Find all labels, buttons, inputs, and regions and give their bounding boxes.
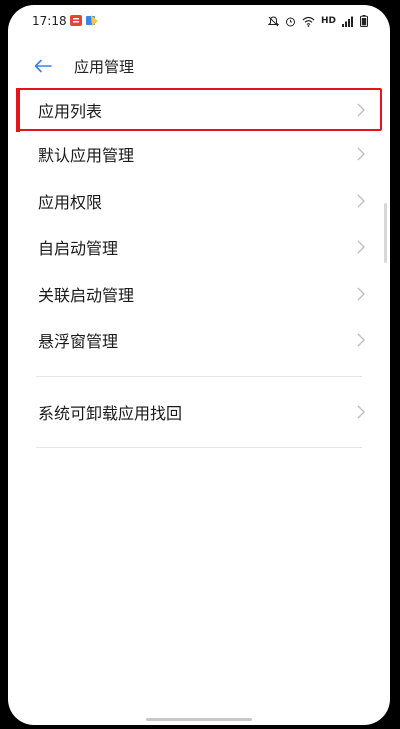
- highlight-marker: [16, 88, 20, 132]
- chevron-right-icon: [357, 287, 365, 301]
- menu-item-floating-window[interactable]: 悬浮窗管理: [8, 317, 390, 364]
- app-notification-icon: [86, 15, 98, 26]
- chevron-right-icon: [357, 333, 365, 347]
- wifi-icon: [302, 16, 315, 27]
- chevron-right-icon: [357, 103, 365, 116]
- section-divider: [36, 375, 362, 377]
- network-type-label: HD: [320, 16, 336, 26]
- scrollbar[interactable]: [384, 203, 387, 263]
- status-time: 17:18: [32, 14, 67, 28]
- menu-item-label: 自启动管理: [38, 239, 119, 259]
- alarm-icon: [285, 17, 295, 26]
- menu-item-label: 应用列表: [38, 101, 103, 121]
- menu-item-autostart[interactable]: 自启动管理: [8, 224, 390, 271]
- status-bar: 17:18 HD: [8, 5, 390, 37]
- menu-item-associated-launch[interactable]: 关联启动管理: [8, 271, 390, 318]
- home-indicator[interactable]: [146, 718, 252, 721]
- menu-item-default-apps[interactable]: 默认应用管理: [8, 131, 390, 178]
- status-system-icons: HD: [267, 14, 368, 28]
- signal-icon: [342, 16, 353, 27]
- phone-screen: 17:18 HD 应用管理 应用列表 默认应用管理 应用权限 自启动管理 关联启…: [8, 5, 390, 725]
- menu-item-label: 应用权限: [38, 192, 103, 212]
- back-arrow-icon: [34, 59, 52, 73]
- menu-item-label: 系统可卸载应用找回: [38, 403, 183, 423]
- battery-icon: [360, 15, 368, 27]
- page-title: 应用管理: [74, 58, 135, 76]
- back-button[interactable]: [32, 55, 54, 77]
- chevron-right-icon: [357, 194, 365, 208]
- menu-item-label: 悬浮窗管理: [38, 332, 119, 352]
- settings-list: 应用列表 默认应用管理 应用权限 自启动管理 关联启动管理 悬浮窗管理 系统可卸…: [8, 88, 390, 460]
- chevron-right-icon: [357, 405, 365, 419]
- menu-item-label: 默认应用管理: [38, 146, 135, 166]
- menu-item-app-permissions[interactable]: 应用权限: [8, 178, 390, 225]
- page-header: 应用管理: [8, 41, 390, 91]
- chevron-right-icon: [357, 240, 365, 254]
- menu-item-app-list[interactable]: 应用列表: [16, 88, 382, 132]
- section-divider: [36, 447, 362, 448]
- mute-icon: [267, 15, 279, 26]
- menu-item-restore-system-apps[interactable]: 系统可卸载应用找回: [8, 389, 390, 436]
- menu-item-label: 关联启动管理: [38, 285, 135, 305]
- message-notification-icon: [70, 15, 82, 26]
- chevron-right-icon: [357, 147, 365, 161]
